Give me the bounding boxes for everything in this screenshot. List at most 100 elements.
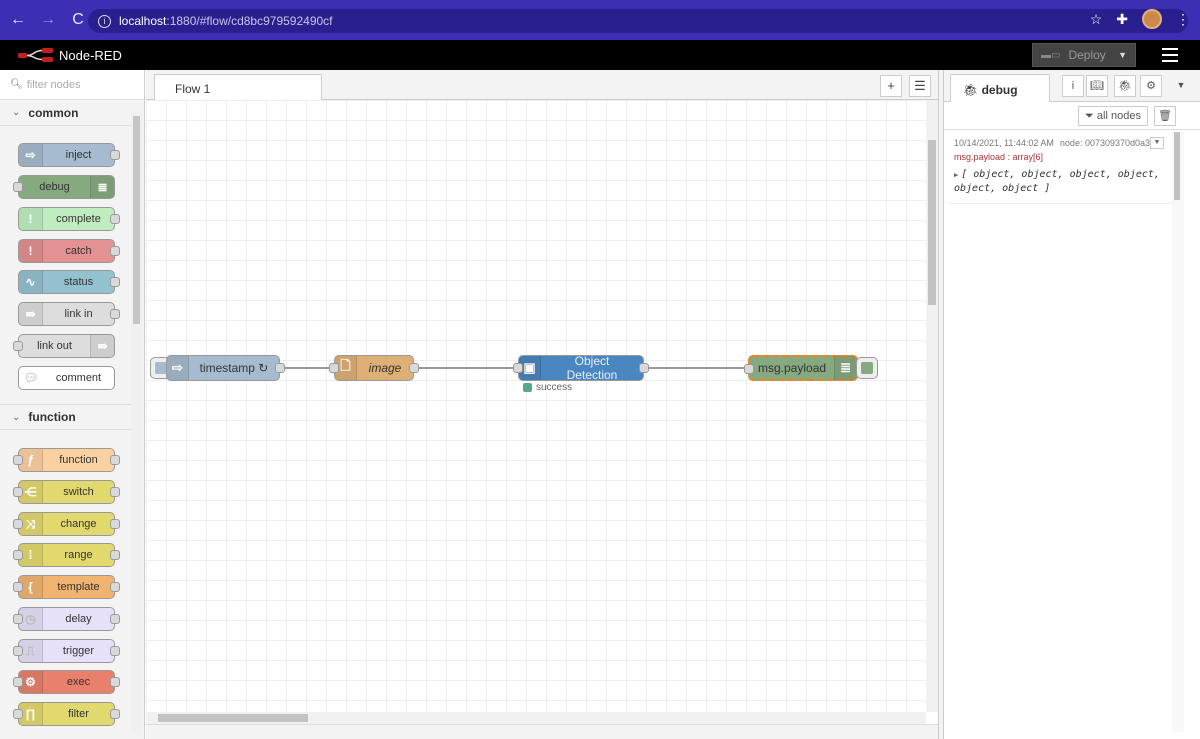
palette-node-link-in[interactable]: ⇛ link in [18, 302, 120, 326]
palette-node-range[interactable]: ⁞ range [13, 543, 120, 567]
url-path: :1880/#flow/cd8bc979592490cf [166, 14, 333, 28]
input-port [13, 341, 23, 351]
category-label: function [28, 410, 76, 424]
debug-message: 10/14/2021, 11:44:02 AM node: 007309370d… [948, 134, 1172, 204]
debug-list-icon: ≣ [90, 176, 114, 198]
flow-canvas[interactable]: ⇨ timestamp ↻ 🗋︎ image ▣ Object Detectio… [146, 100, 926, 712]
input-port [744, 364, 754, 374]
input-port [329, 363, 339, 373]
category-function[interactable]: ⌄ function [0, 404, 131, 430]
input-port [513, 363, 523, 373]
palette-node-function[interactable]: ƒ function [13, 448, 120, 472]
message-node-id[interactable]: node: 007309370d0a37 [1060, 138, 1155, 148]
message-payload[interactable]: ▶[ object, object, object, object, objec… [954, 168, 1166, 195]
palette-node-link-out[interactable]: link out ⇛ [13, 334, 115, 358]
tab-debug[interactable]: 🐞︎ debug [950, 74, 1050, 103]
palette-node-status[interactable]: ∿ status [18, 270, 120, 294]
node-status: success [523, 382, 572, 393]
workspace-footer [146, 724, 938, 739]
link-in-icon: ⇛ [19, 303, 43, 325]
output-port [110, 646, 120, 656]
extensions-icon[interactable]: ✚ [1116, 11, 1128, 28]
flow-node-image[interactable]: 🗋︎ image [329, 355, 419, 381]
category-common[interactable]: ⌄ common [0, 100, 131, 126]
palette-node-inject[interactable]: ⇨ inject [18, 143, 120, 167]
bookmark-star-icon[interactable]: ☆ [1090, 11, 1103, 28]
node-label: debug [39, 181, 70, 193]
node-label: change [60, 518, 97, 530]
palette-node-change[interactable]: ⤨ change [13, 512, 120, 536]
debug-scrollbar[interactable] [1172, 132, 1184, 732]
back-icon[interactable]: ← [6, 11, 30, 29]
canvas-horizontal-scrollbar[interactable] [146, 712, 926, 724]
config-gear-icon[interactable]: ⚙︎ [1140, 75, 1162, 97]
input-port [13, 455, 23, 465]
deploy-button[interactable]: ▬▭ Deploy ▼ [1032, 43, 1136, 67]
node-label: timestamp ↻ [199, 361, 269, 375]
debug-toggle-button[interactable] [856, 357, 878, 379]
profile-avatar[interactable] [1142, 9, 1162, 29]
filter-label: all nodes [1096, 110, 1141, 122]
node-label: complete [56, 213, 101, 225]
palette-node-complete[interactable]: ! complete [18, 207, 120, 231]
sidebar-dropdown-icon[interactable]: ▼ [1170, 75, 1192, 97]
address-bar[interactable]: i localhost:1880/#flow/cd8bc979592490cf [88, 9, 1188, 33]
workspace-tabs: Flow 1 + ☰ [146, 70, 938, 101]
filter-placeholder: filter nodes [26, 78, 81, 91]
main-menu-icon[interactable] [1162, 48, 1178, 62]
input-port [13, 709, 23, 719]
node-label: msg.payload [758, 361, 827, 375]
chevron-down-icon: ⌄ [12, 411, 21, 423]
input-port [13, 550, 23, 560]
palette-node-template[interactable]: { template [13, 575, 120, 599]
input-port [13, 487, 23, 497]
site-info-icon[interactable]: i [98, 14, 111, 28]
palette-node-exec[interactable]: ⚙︎ exec [13, 670, 120, 694]
link-out-icon: ⇛ [90, 335, 114, 357]
node-label: link out [37, 340, 72, 352]
flow-node-timestamp[interactable]: ⇨ timestamp ↻ [166, 355, 285, 381]
deploy-dropdown-icon[interactable]: ▼ [1118, 50, 1127, 60]
flow-node-object-detection[interactable]: ▣ Object Detection [513, 354, 649, 382]
inject-icon: ⇨ [167, 356, 189, 380]
input-port [13, 582, 23, 592]
deploy-icon: ▬▭ [1041, 49, 1061, 61]
palette-node-delay[interactable]: ◷ delay [13, 607, 120, 631]
status-text: success [536, 382, 573, 393]
clear-messages-trash-icon[interactable]: 🗑︎ [1154, 106, 1176, 126]
flow-node-msg-payload[interactable]: msg.payload ≣ [744, 355, 858, 381]
complete-icon: ! [19, 208, 43, 230]
filter-all-nodes-button[interactable]: ⏷ all nodes [1078, 106, 1148, 126]
reload-icon[interactable]: C [66, 11, 90, 29]
message-menu-dropdown-icon[interactable]: ▼ [1150, 137, 1164, 149]
palette-node-switch[interactable]: ⋲ switch [13, 480, 120, 504]
message-timestamp: 10/14/2021, 11:44:02 AM [954, 138, 1054, 148]
info-tab-button[interactable]: i [1062, 75, 1084, 97]
debug-toolbar: ⏷ all nodes 🗑︎ [944, 102, 1200, 130]
browser-menu-icon[interactable]: ⋮ [1176, 11, 1190, 28]
palette-node-trigger[interactable]: ⎍ trigger [13, 639, 120, 663]
deploy-label: Deploy [1068, 48, 1106, 62]
node-label: link in [64, 308, 93, 320]
palette-node-catch[interactable]: ! catch [18, 239, 120, 263]
flow-list-button[interactable]: ☰ [909, 75, 931, 97]
canvas-vertical-scrollbar[interactable] [926, 100, 938, 712]
debug-tab-icon[interactable]: 🐞︎ [1114, 75, 1136, 97]
add-flow-button[interactable]: + [880, 75, 902, 97]
palette-node-debug[interactable]: debug ≣ [13, 175, 115, 199]
help-book-icon[interactable]: 📖︎ [1086, 75, 1108, 97]
palette-scrollbar[interactable] [131, 112, 142, 732]
debug-list-icon: ≣ [834, 356, 856, 380]
forward-icon[interactable]: → [36, 11, 60, 29]
sidebar-tabs: 🐞︎ debug i 📖︎ 🐞︎ ⚙︎ ▼ [944, 70, 1200, 103]
output-port [110, 246, 120, 256]
tab-flow-1[interactable]: Flow 1 [154, 74, 322, 101]
debug-sidebar: 🐞︎ debug i 📖︎ 🐞︎ ⚙︎ ▼ ⏷ all nodes 🗑︎ 10/… [944, 70, 1200, 739]
node-label: Object Detection [566, 354, 618, 382]
expand-triangle-icon[interactable]: ▶ [954, 171, 958, 179]
inject-icon: ⇨ [19, 144, 43, 166]
palette-filter-input[interactable]: 🔍︎ filter nodes [0, 70, 144, 100]
palette-node-comment[interactable]: 💬︎ comment [18, 366, 115, 390]
palette-node-filter[interactable]: ∏ filter [13, 702, 120, 726]
node-label: trigger [62, 645, 95, 657]
